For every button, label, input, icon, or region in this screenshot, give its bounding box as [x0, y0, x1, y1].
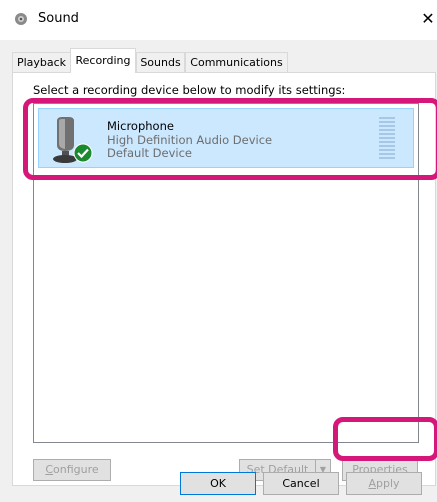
device-name: Microphone	[107, 119, 174, 133]
level-meter	[379, 117, 395, 161]
default-device-check-icon	[73, 143, 93, 163]
dialog-client-area: Playback Recording Sounds Communications…	[0, 40, 437, 502]
recording-panel: Select a recording device below to modif…	[12, 72, 436, 486]
instruction-text: Select a recording device below to modif…	[33, 83, 346, 97]
window-title: Sound	[38, 11, 79, 26]
tab-sounds[interactable]: Sounds	[136, 52, 185, 72]
device-description: High Definition Audio Device	[107, 133, 273, 147]
device-item-microphone[interactable]: Microphone High Definition Audio Device …	[38, 108, 414, 168]
tab-communications[interactable]: Communications	[185, 52, 288, 72]
tab-recording[interactable]: Recording	[70, 48, 136, 73]
tab-playback[interactable]: Playback	[12, 52, 71, 72]
close-button[interactable]: ✕	[418, 8, 437, 30]
configure-button[interactable]: Configure	[33, 459, 111, 481]
device-status: Default Device	[107, 146, 193, 160]
ok-button[interactable]: OK	[180, 472, 256, 495]
title-bar: Sound ✕	[0, 0, 437, 40]
apply-button[interactable]: Apply	[346, 472, 422, 495]
recording-device-list[interactable]: Microphone High Definition Audio Device …	[33, 103, 419, 443]
microphone-icon	[49, 117, 95, 165]
speaker-icon	[14, 12, 28, 26]
cancel-button[interactable]: Cancel	[263, 472, 339, 495]
